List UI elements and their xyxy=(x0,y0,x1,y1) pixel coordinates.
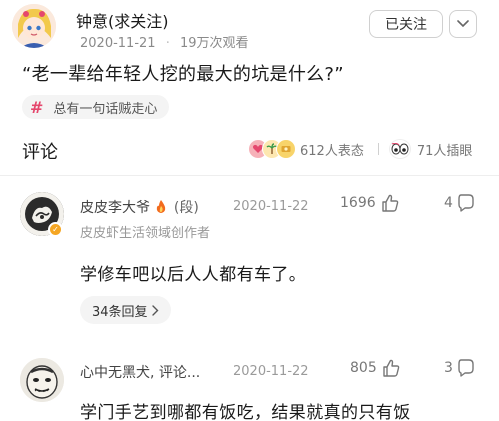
reactions-bar[interactable]: 612人表态 71人插眼 xyxy=(248,138,472,160)
like-count: 1696 xyxy=(340,195,376,211)
money-emoji-icon xyxy=(276,139,296,159)
reply-button[interactable]: 4 xyxy=(444,193,475,213)
chevron-right-icon xyxy=(151,304,159,316)
chevron-down-icon xyxy=(457,20,469,28)
divider xyxy=(0,175,499,176)
comment-avatar[interactable] xyxy=(20,358,64,402)
verified-badge-icon: ✓ xyxy=(48,222,63,237)
comment-date: 2020-11-22 xyxy=(233,199,309,214)
comment-bubble-icon xyxy=(458,194,474,212)
comment-author-name[interactable]: 心中无黑犬, 评论... xyxy=(80,362,200,382)
reaction-divider xyxy=(377,143,379,155)
post-views: 19万次观看 xyxy=(179,36,249,51)
thumbs-up-icon xyxy=(383,359,400,377)
view-replies-button[interactable]: 34条回复 xyxy=(80,296,171,324)
post-date: 2020-11-21 xyxy=(80,36,156,51)
comment-author-name: 皮皮李大爷 xyxy=(80,200,150,216)
topic-chip[interactable]: # 总有一句话贼走心 xyxy=(22,95,170,119)
comment-date: 2020-11-22 xyxy=(233,364,309,379)
meta-separator: · xyxy=(165,36,170,51)
post-question: “老一辈给年轻人挖的最大的坑是什么?” xyxy=(22,64,344,85)
post-meta: 2020-11-21 · 19万次观看 xyxy=(80,32,249,51)
comment-text: 学门手艺到哪都有饭吃，结果就真的只有饭 xyxy=(80,403,411,421)
comment-text: 学修车吧以后人人都有车了。 xyxy=(80,265,307,285)
follow-button[interactable]: 已关注 xyxy=(369,10,443,38)
reply-count: 4 xyxy=(444,195,453,211)
reaction-count-2: 71人插眼 xyxy=(416,143,473,159)
comment-bubble-icon xyxy=(458,359,474,377)
comment-author[interactable]: 皮皮李大爷 (段) xyxy=(80,197,199,218)
reply-count: 3 xyxy=(444,360,453,376)
more-options-button[interactable] xyxy=(449,10,477,38)
thumbs-up-icon xyxy=(381,194,398,212)
eyes-emoji-icon[interactable] xyxy=(388,139,411,159)
author-name[interactable]: 钟意(求关注) xyxy=(76,8,169,32)
comments-title: 评论 xyxy=(22,142,58,163)
hashtag-icon: # xyxy=(30,97,44,117)
like-count: 805 xyxy=(350,360,377,376)
author-subtitle: 皮皮虾生活领域创作者 xyxy=(80,226,211,241)
author-avatar[interactable] xyxy=(12,4,56,48)
like-button[interactable]: 805 xyxy=(350,358,401,378)
reaction-count-1: 612人表态 xyxy=(300,143,364,159)
like-button[interactable]: 1696 xyxy=(340,193,400,213)
flame-icon xyxy=(155,199,167,218)
replies-label: 34条回复 xyxy=(92,304,148,320)
reply-button[interactable]: 3 xyxy=(444,358,475,378)
reaction-emojis[interactable] xyxy=(248,139,296,159)
topic-label: 总有一句话贼走心 xyxy=(53,101,158,117)
author-badge: (段) xyxy=(173,200,199,216)
